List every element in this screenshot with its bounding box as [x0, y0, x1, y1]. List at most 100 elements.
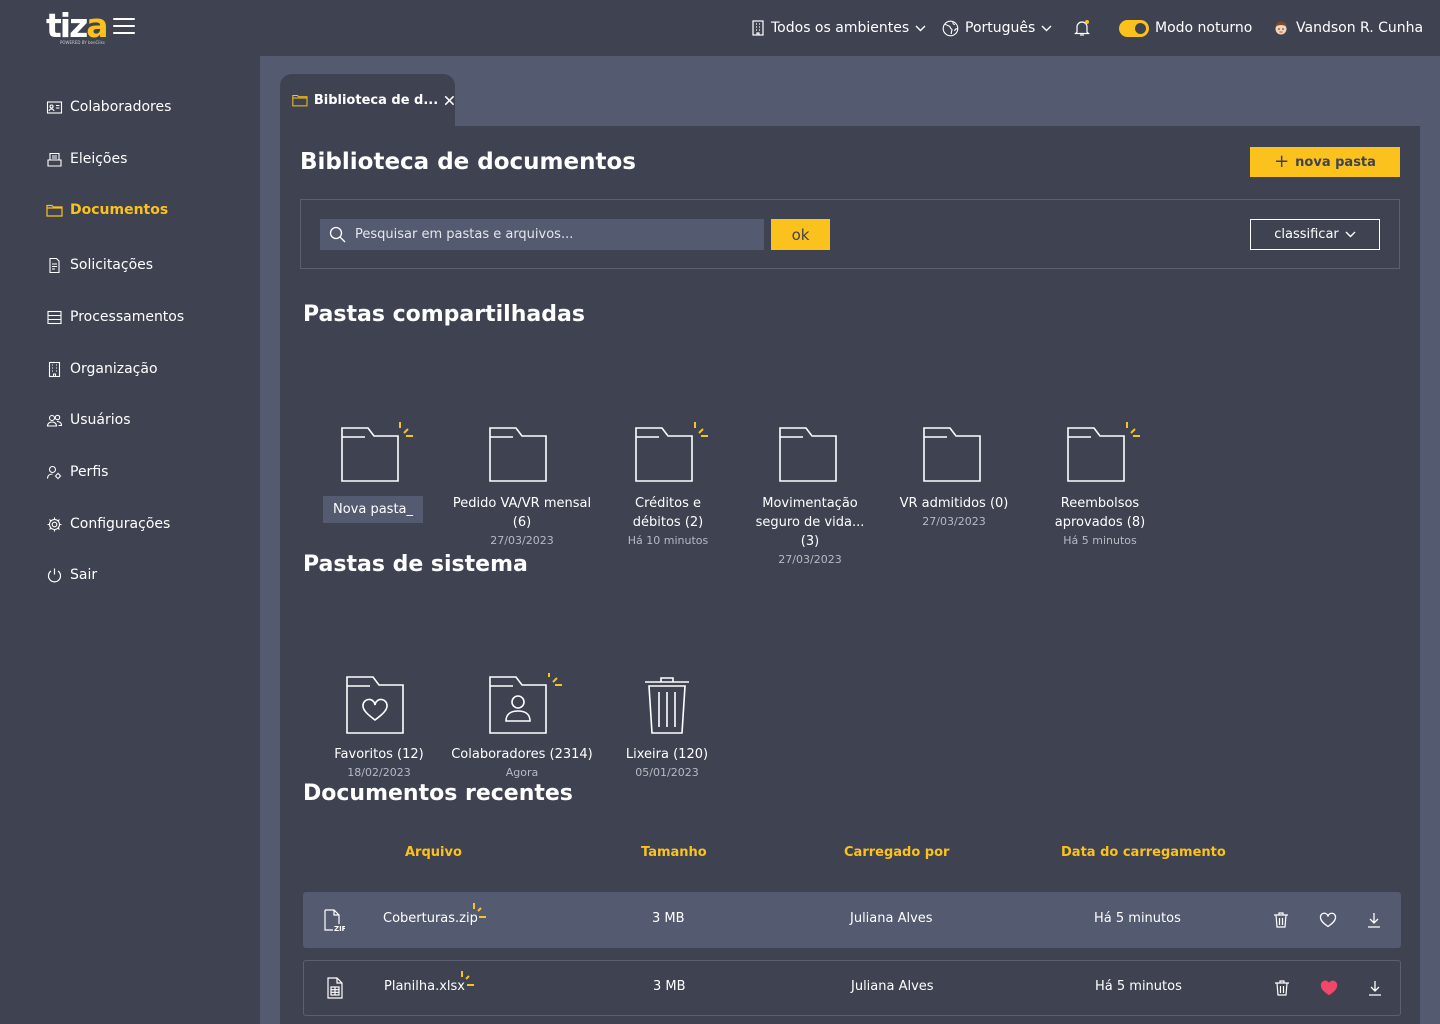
- delete-icon[interactable]: [1272, 911, 1290, 929]
- search-ok-button[interactable]: ok: [771, 219, 830, 250]
- folder-name: Créditos e débitos (2): [632, 496, 704, 530]
- folder-name: Pedido VA/VR mensal (6): [452, 496, 592, 530]
- tiza-logo[interactable]: tiza POWERED BY benCliks: [46, 6, 109, 48]
- sort-dropdown[interactable]: classificar: [1250, 219, 1380, 250]
- new-folder-button[interactable]: + nova pasta: [1250, 147, 1400, 177]
- favorite-icon[interactable]: [1319, 911, 1337, 929]
- uploaded-by: Juliana Alves: [851, 979, 934, 994]
- chevron-down-icon: [1041, 25, 1052, 31]
- sidebar-item-eleicoes[interactable]: Eleições: [46, 149, 127, 169]
- new-folder-label: nova pasta: [1295, 154, 1376, 170]
- language-selector[interactable]: Português: [942, 18, 1052, 38]
- sidebar-item-solicitacoes[interactable]: Solicitações: [46, 255, 153, 275]
- system-folder-favoritos[interactable]: Favoritos (12) 18/02/2023: [307, 673, 451, 779]
- sidebar-item-label: Solicitações: [70, 257, 154, 273]
- power-icon: [47, 568, 62, 582]
- delete-icon[interactable]: [1273, 979, 1291, 997]
- list-icon: [47, 310, 62, 324]
- hamburger-menu-icon[interactable]: [113, 18, 135, 38]
- system-folder-colaboradores[interactable]: Colaboradores (2314) Agora: [450, 671, 594, 779]
- column-header-carregado-por[interactable]: Carregado por: [844, 845, 949, 860]
- file-size: 3 MB: [652, 911, 685, 926]
- system-folders-title: Pastas de sistema: [303, 552, 528, 577]
- shared-folder-item[interactable]: VR admitidos (0) 27/03/2023: [882, 422, 1026, 528]
- sidebar-item-label: Perfis: [70, 464, 109, 480]
- logo-wordmark: tiza: [46, 6, 109, 45]
- notifications-button[interactable]: [1073, 18, 1091, 38]
- folder-date: Há 5 minutos: [1063, 534, 1137, 547]
- folder-name-input[interactable]: Nova pasta_: [322, 496, 424, 523]
- tab-label: Biblioteca de d...: [313, 92, 439, 108]
- gear-icon: [47, 517, 62, 531]
- search-field[interactable]: [320, 219, 764, 250]
- table-row[interactable]: Planilha.xlsx 3 MB Juliana Alves Há 5 mi…: [303, 960, 1401, 1016]
- column-header-data[interactable]: Data do carregamento: [1061, 845, 1226, 860]
- shared-folder-item[interactable]: Movimentação seguro de vida... (3) 27/03…: [738, 422, 882, 566]
- download-icon[interactable]: [1365, 911, 1383, 929]
- sidebar-item-configuracoes[interactable]: Configurações: [46, 514, 170, 534]
- favorite-filled-icon[interactable]: [1320, 979, 1338, 997]
- folder-date: 27/03/2023: [922, 515, 986, 528]
- folder-name: Lixeira (120): [625, 747, 709, 762]
- heart-folder-icon: [346, 676, 404, 734]
- sort-label: classificar: [1274, 227, 1339, 242]
- sidebar-item-label: Eleições: [70, 151, 128, 167]
- sidebar-item-sair[interactable]: Sair: [46, 565, 97, 585]
- profile-settings-icon: [46, 465, 62, 479]
- folder-name: Reembolsos aprovados (8): [1054, 496, 1146, 530]
- sidebar-item-colaboradores[interactable]: Colaboradores: [46, 97, 171, 117]
- sidebar-item-label: Processamentos: [70, 309, 185, 325]
- search-input[interactable]: [355, 227, 735, 242]
- column-header-arquivo[interactable]: Arquivo: [405, 845, 462, 860]
- sidebar: Colaboradores Eleições Documentos Solici…: [0, 56, 260, 1024]
- folder-name: VR admitidos (0): [899, 496, 1009, 511]
- folder-name: Favoritos (12): [334, 747, 424, 762]
- toggle-switch[interactable]: [1119, 19, 1149, 37]
- table-row[interactable]: ZIP Coberturas.zip 3 MB Juliana Alves Há…: [303, 892, 1401, 948]
- sidebar-item-organizacao[interactable]: Organização: [46, 359, 158, 379]
- folder-icon: [292, 94, 308, 106]
- sidebar-item-perfis[interactable]: Perfis: [46, 462, 108, 482]
- folder-icon: [1067, 422, 1140, 482]
- environment-selector[interactable]: Todos os ambientes: [751, 18, 926, 38]
- folder-date: 05/01/2023: [635, 766, 699, 779]
- folder-icon: [341, 422, 413, 482]
- folder-date: 27/03/2023: [778, 553, 842, 566]
- ballot-box-icon: [47, 152, 62, 167]
- page-title: Biblioteca de documentos: [300, 149, 636, 175]
- sidebar-item-documentos[interactable]: Documentos: [46, 200, 168, 220]
- shared-folder-item[interactable]: Nova pasta_: [301, 422, 445, 523]
- sidebar-item-processamentos[interactable]: Processamentos: [46, 307, 184, 327]
- top-bar: tiza POWERED BY benCliks Todos os ambien…: [0, 0, 1440, 56]
- sidebar-item-label: Organização: [70, 361, 158, 377]
- shared-folder-item[interactable]: Reembolsos aprovados (8) Há 5 minutos: [1028, 422, 1172, 547]
- folder-name: Movimentação seguro de vida... (3): [755, 496, 865, 549]
- upload-date: Há 5 minutos: [1094, 911, 1181, 926]
- shared-folder-item[interactable]: Créditos e débitos (2) Há 10 minutos: [596, 422, 740, 547]
- shared-folder-item[interactable]: Pedido VA/VR mensal (6) 27/03/2023: [450, 422, 594, 547]
- file-size: 3 MB: [653, 979, 686, 994]
- person-folder-icon: [489, 671, 562, 734]
- user-name: Vandson R. Cunha: [1296, 20, 1424, 36]
- sidebar-item-usuarios[interactable]: Usuários: [46, 410, 131, 430]
- download-icon[interactable]: [1366, 979, 1384, 997]
- sidebar-item-label: Usuários: [70, 412, 131, 428]
- dark-mode-toggle[interactable]: Modo noturno: [1119, 18, 1252, 38]
- building-icon: [752, 20, 764, 36]
- shared-folders-title: Pastas compartilhadas: [303, 302, 585, 327]
- system-folder-lixeira[interactable]: Lixeira (120) 05/01/2023: [595, 673, 739, 779]
- workspace: Biblioteca de d... Biblioteca de documen…: [260, 56, 1440, 1024]
- language-label: Português: [965, 20, 1036, 36]
- tab-biblioteca[interactable]: Biblioteca de d...: [280, 74, 455, 126]
- user-menu[interactable]: Vandson R. Cunha: [1273, 18, 1423, 38]
- dark-mode-label: Modo noturno: [1155, 20, 1253, 36]
- file-name[interactable]: Coberturas.zip: [383, 911, 478, 926]
- folder-icon: [923, 427, 981, 482]
- folder-icon: [779, 427, 837, 482]
- close-icon[interactable]: [444, 94, 455, 107]
- trash-icon: [645, 677, 689, 734]
- document-icon: [49, 257, 60, 273]
- column-header-tamanho[interactable]: Tamanho: [641, 845, 707, 860]
- file-name[interactable]: Planilha.xlsx: [384, 979, 465, 994]
- folder-date: Há 10 minutos: [627, 534, 709, 547]
